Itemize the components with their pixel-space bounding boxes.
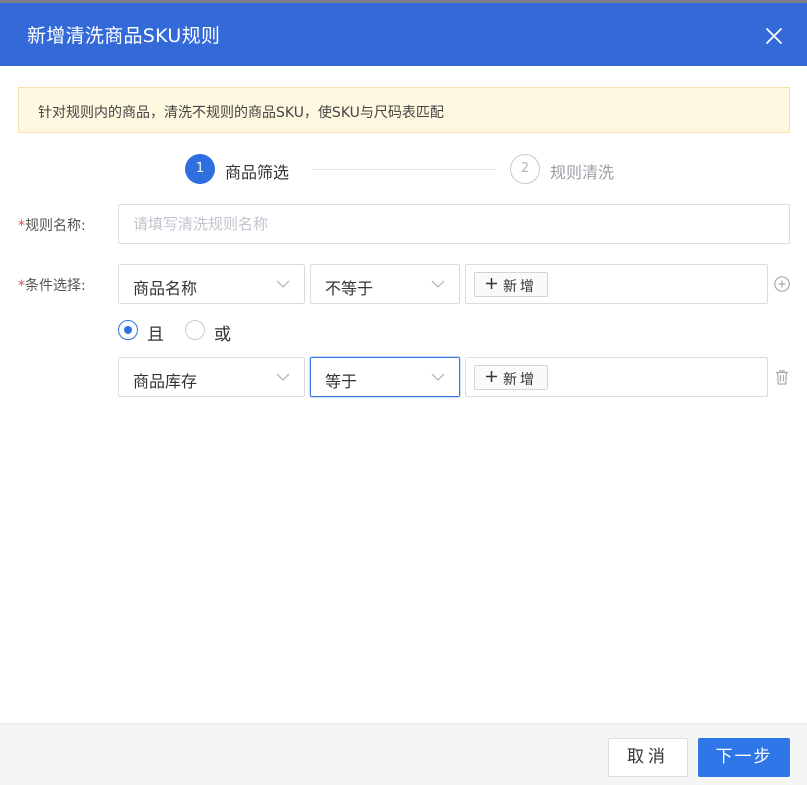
- condition-1-field-select[interactable]: 商品名称: [118, 264, 305, 304]
- radio-unchecked-icon: [185, 320, 205, 340]
- next-step-button[interactable]: 下一步: [698, 738, 790, 777]
- plus-circle-icon[interactable]: [773, 275, 791, 293]
- condition-1-operator-select[interactable]: 不等于: [310, 264, 460, 304]
- condition-2-add-label: 新增: [503, 372, 537, 388]
- plus-icon: [486, 278, 497, 289]
- required-mark: *: [18, 218, 25, 234]
- condition-2-field-select[interactable]: 商品库存: [118, 357, 305, 397]
- logic-or-label: 或: [214, 325, 231, 345]
- required-mark: *: [18, 278, 25, 294]
- step-1-label: 商品筛选: [225, 163, 290, 182]
- radio-checked-icon: [118, 320, 138, 340]
- chevron-down-icon: [431, 373, 445, 381]
- chevron-down-icon: [276, 280, 290, 288]
- condition-2-add-button[interactable]: 新增: [474, 365, 548, 390]
- conditions-label-text: 条件选择:: [25, 278, 86, 294]
- logic-and-label: 且: [147, 325, 164, 345]
- dialog-header: 新增清洗商品SKU规则: [0, 3, 807, 66]
- plus-icon: [486, 371, 497, 382]
- rule-name-input[interactable]: [118, 204, 790, 244]
- condition-1-add-button[interactable]: 新增: [474, 272, 548, 297]
- rule-name-label-text: 规则名称:: [25, 218, 86, 234]
- condition-1-add-label: 新增: [503, 279, 537, 295]
- step-2-number: 2: [510, 154, 540, 184]
- trash-icon[interactable]: [773, 368, 791, 386]
- steps-indicator: 1 商品筛选 2 规则清洗: [0, 153, 807, 187]
- condition-2-operator-select[interactable]: 等于: [310, 357, 460, 397]
- condition-2-operator-value: 等于: [325, 372, 358, 391]
- condition-1-operator-value: 不等于: [325, 279, 374, 298]
- step-1-number: 1: [185, 154, 215, 184]
- notice-banner: 针对规则内的商品，清洗不规则的商品SKU，使SKU与尺码表匹配: [18, 87, 790, 133]
- chevron-down-icon: [276, 373, 290, 381]
- condition-2-field-value: 商品库存: [133, 372, 198, 391]
- rule-name-label: *规则名称:: [18, 215, 86, 235]
- logic-and-radio[interactable]: 且: [118, 320, 168, 345]
- logic-or-radio[interactable]: 或: [185, 320, 240, 345]
- condition-1-value-box: 新增: [465, 264, 768, 304]
- dialog-footer: 取消 下一步: [0, 723, 807, 785]
- step-2-label: 规则清洗: [550, 163, 615, 182]
- cancel-button[interactable]: 取消: [608, 738, 688, 777]
- condition-1-field-value: 商品名称: [133, 279, 198, 298]
- close-icon[interactable]: [765, 27, 783, 45]
- step-connector: [312, 169, 495, 170]
- chevron-down-icon: [431, 280, 445, 288]
- dialog-title: 新增清洗商品SKU规则: [27, 25, 221, 47]
- condition-2-value-box: 新增: [465, 357, 768, 397]
- notice-text: 针对规则内的商品，清洗不规则的商品SKU，使SKU与尺码表匹配: [38, 105, 444, 121]
- conditions-label: *条件选择:: [18, 275, 86, 295]
